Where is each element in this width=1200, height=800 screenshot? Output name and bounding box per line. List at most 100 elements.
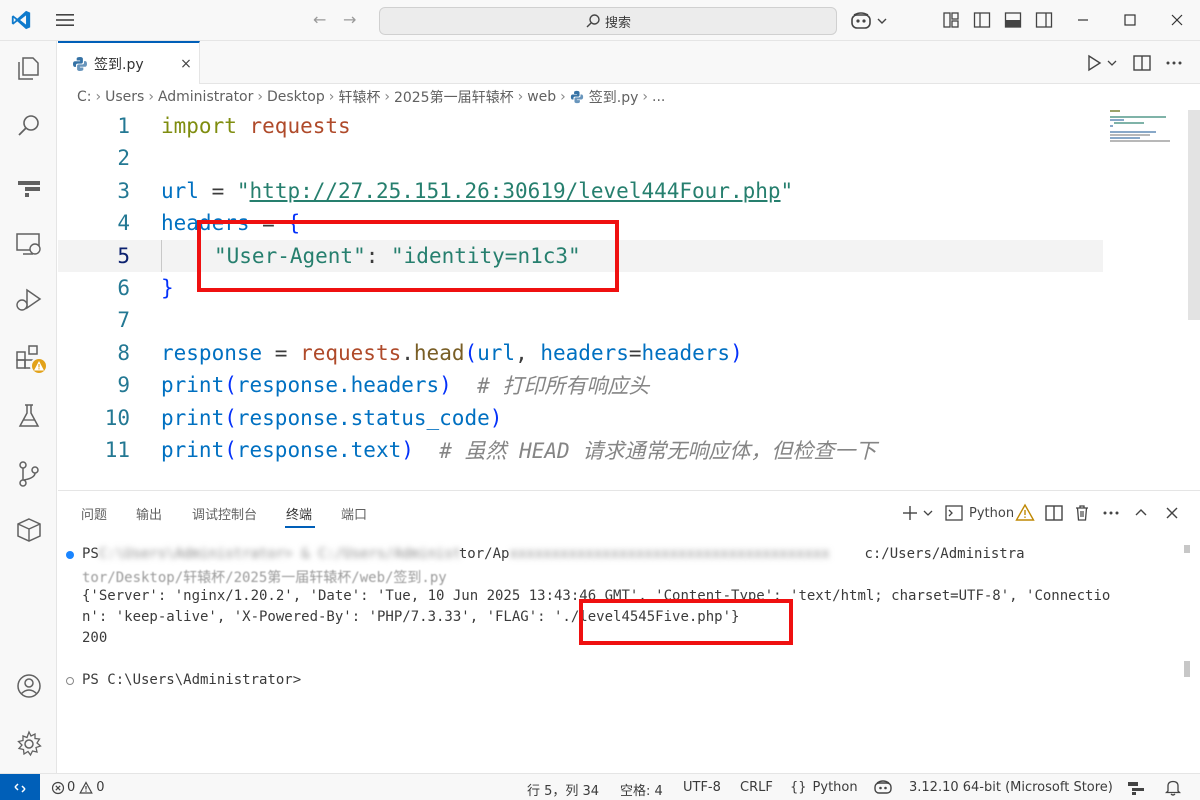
- tab-output[interactable]: 输出: [136, 504, 162, 523]
- warning-count: 0: [96, 780, 105, 795]
- terminal-python-label[interactable]: Python: [969, 506, 1014, 526]
- copilot-icon[interactable]: [850, 10, 890, 32]
- remote-indicator[interactable]: [0, 774, 40, 800]
- more-actions-icon[interactable]: [1164, 53, 1184, 73]
- paren: ): [401, 438, 414, 462]
- menu-icon[interactable]: [54, 11, 76, 29]
- containers-icon[interactable]: [14, 515, 44, 545]
- tab-ports[interactable]: 端口: [341, 504, 367, 523]
- chevron-right-icon: ›: [95, 89, 102, 105]
- breadcrumb-item[interactable]: web: [527, 89, 556, 105]
- run-debug-icon[interactable]: [14, 285, 44, 315]
- terminal-scrollbar[interactable]: [1184, 545, 1190, 553]
- command-center-search[interactable]: 搜索: [379, 7, 837, 35]
- paren: (: [224, 406, 237, 430]
- forward-arrow-icon[interactable]: →: [343, 10, 356, 29]
- close-window-icon[interactable]: [1167, 10, 1187, 30]
- close-panel-icon[interactable]: [1162, 503, 1182, 523]
- command-pending-dot[interactable]: [66, 677, 74, 685]
- encoding[interactable]: UTF-8: [683, 780, 721, 795]
- function-name: print: [161, 438, 225, 462]
- module-name: requests: [249, 114, 351, 138]
- line-number: 7: [117, 308, 130, 332]
- breadcrumb-item[interactable]: 2025第一届轩辕杯: [394, 87, 514, 107]
- language-mode[interactable]: {} Python: [790, 780, 858, 795]
- comment: # 打印所有响应头: [451, 374, 650, 398]
- indentation[interactable]: 空格: 4: [620, 780, 663, 799]
- back-arrow-icon[interactable]: ←: [313, 10, 326, 29]
- copilot-status-icon[interactable]: [873, 779, 893, 795]
- extensions-warning-badge: [30, 357, 48, 375]
- minimap[interactable]: [1108, 110, 1188, 170]
- trash-icon[interactable]: [1072, 503, 1092, 523]
- tab-signin-py[interactable]: 签到.py ×: [58, 41, 200, 84]
- terminal-prompt[interactable]: PS C:\Users\Administrator>: [82, 672, 301, 688]
- layout-controls-icon[interactable]: [1127, 780, 1145, 796]
- search-label: 搜索: [604, 15, 631, 31]
- maximize-icon[interactable]: [1120, 10, 1140, 30]
- settings-gear-icon[interactable]: [14, 729, 44, 759]
- error-count: 0: [67, 780, 76, 795]
- code-editor[interactable]: 1 import requests 2 3 url = " http://27.2…: [58, 110, 1200, 490]
- command-success-dot[interactable]: [66, 551, 74, 559]
- keyword-arg: headers: [540, 341, 629, 365]
- terminal-dropdown-chevron-icon[interactable]: [922, 503, 934, 523]
- remote-explorer-icon[interactable]: [14, 229, 44, 259]
- breadcrumb-item[interactable]: 签到.py: [589, 87, 639, 107]
- url-link[interactable]: http://27.25.151.26:30619/level444Four.p…: [250, 179, 781, 203]
- new-terminal-plus-icon[interactable]: [900, 503, 920, 523]
- split-editor-icon[interactable]: [1132, 53, 1152, 73]
- tab-problems[interactable]: 问题: [81, 504, 107, 523]
- tab-debug-console[interactable]: 调试控制台: [192, 504, 257, 523]
- operator: =: [262, 341, 301, 365]
- problems-indicator[interactable]: 0 0: [51, 780, 105, 795]
- editor-scrollbar[interactable]: [1188, 110, 1200, 320]
- code-line: 2: [58, 142, 1103, 174]
- variable: response.headers: [236, 373, 440, 397]
- terminal-output-line: 200: [82, 630, 108, 646]
- toggle-primary-sidebar-icon[interactable]: [973, 11, 991, 29]
- source-control-icon[interactable]: [14, 459, 44, 489]
- search-view-icon[interactable]: [14, 111, 44, 141]
- cursor-position[interactable]: 行 5，列 34: [527, 780, 599, 799]
- toggle-panel-icon[interactable]: [1004, 11, 1022, 29]
- account-icon[interactable]: [14, 671, 44, 701]
- python-interpreter[interactable]: 3.12.10 64-bit (Microsoft Store): [909, 780, 1113, 795]
- tab-terminal[interactable]: 终端: [286, 504, 312, 523]
- more-actions-icon[interactable]: [1101, 503, 1121, 523]
- run-python-file-icon[interactable]: [1084, 53, 1104, 73]
- run-dropdown-chevron-icon[interactable]: [1106, 53, 1118, 73]
- terminal-redacted-text: xxxxxxxxxxxxxxxxxxxxxxxxxxxxxxxxxxxxxx: [509, 546, 830, 562]
- code-line: 11 print(response.text) # 虽然 HEAD 请求通常无响…: [58, 434, 1103, 466]
- line-number: 11: [104, 438, 130, 462]
- split-terminal-icon[interactable]: [1044, 503, 1064, 523]
- active-tab-indicator: [285, 526, 315, 528]
- terminal-scrollbar-thumb[interactable]: [1184, 661, 1190, 677]
- maximize-panel-chevron-up-icon[interactable]: [1131, 503, 1151, 523]
- line-number: 8: [117, 341, 130, 365]
- module-name: requests: [300, 341, 402, 365]
- breadcrumb-item[interactable]: Users: [105, 89, 144, 105]
- chevron-right-icon: ›: [517, 89, 524, 105]
- breadcrumb-item[interactable]: 轩辕杯: [338, 87, 380, 107]
- notifications-bell-icon[interactable]: [1165, 779, 1181, 796]
- tab-close-icon[interactable]: ×: [173, 56, 199, 72]
- line-number: 1: [117, 114, 130, 138]
- variable: url: [477, 341, 516, 365]
- toggle-secondary-sidebar-icon[interactable]: [1035, 11, 1053, 29]
- paren: ): [439, 373, 452, 397]
- breadcrumb-item[interactable]: ...: [652, 89, 665, 105]
- source-control-graph-icon[interactable]: [14, 171, 44, 201]
- tab-label: 签到.py: [94, 56, 144, 73]
- breadcrumb-item[interactable]: C:: [77, 89, 92, 105]
- end-of-line[interactable]: CRLF: [740, 780, 773, 795]
- customize-layout-icon[interactable]: [942, 11, 960, 29]
- python-file-icon: [73, 56, 87, 71]
- chevron-right-icon: ›: [148, 89, 154, 105]
- line-number: 9: [117, 373, 130, 397]
- minimize-icon[interactable]: [1073, 10, 1093, 30]
- explorer-icon[interactable]: [14, 53, 44, 83]
- breadcrumb-item[interactable]: Desktop: [267, 89, 325, 105]
- breadcrumb-item[interactable]: Administrator: [158, 89, 253, 105]
- testing-flask-icon[interactable]: [14, 401, 44, 431]
